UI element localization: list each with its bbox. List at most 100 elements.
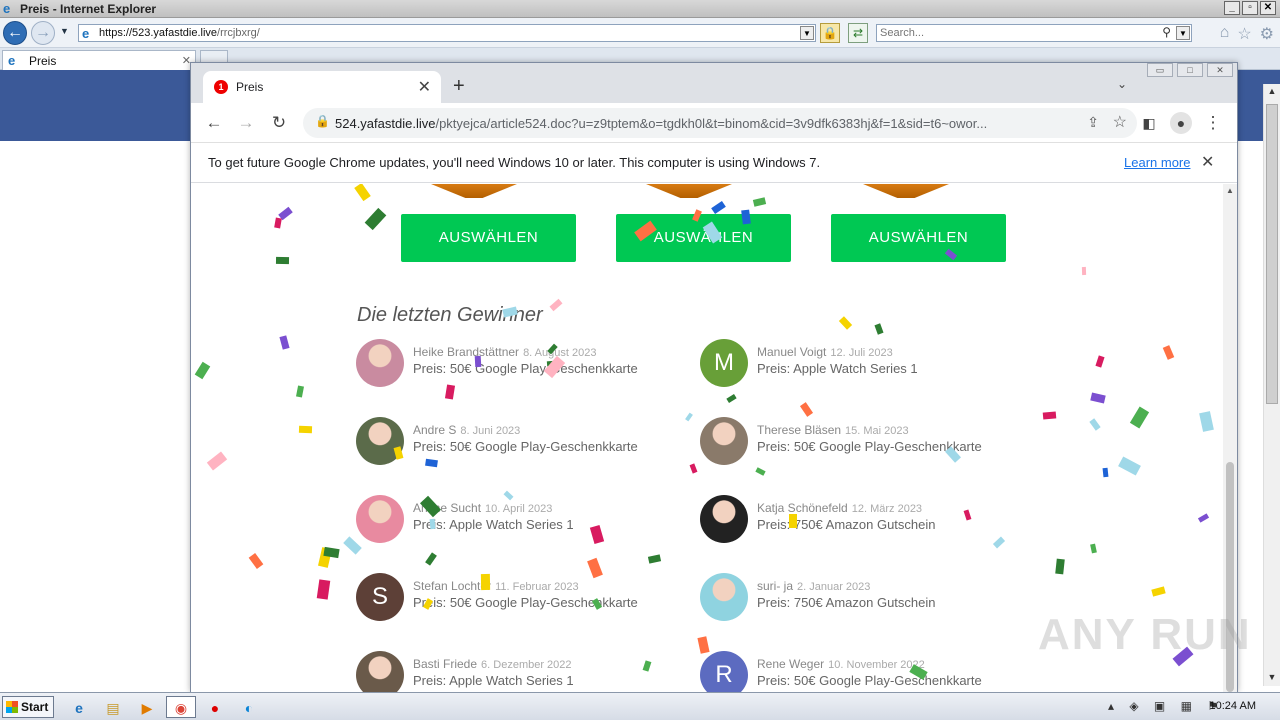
ie-logo-icon: e <box>3 1 11 16</box>
edge-taskbar-icon[interactable]: ◐ <box>234 696 264 718</box>
avatar <box>356 651 404 692</box>
explorer-folder-icon[interactable]: ▤ <box>98 696 128 718</box>
ie-tab[interactable]: e Preis ✕ <box>2 50 196 70</box>
start-button[interactable]: Start <box>2 696 54 718</box>
history-dropdown-icon[interactable]: ▼ <box>60 26 69 36</box>
select-button[interactable]: AUSWÄHLEN <box>831 214 1006 262</box>
chrome-window-controls: ▭ □ ✕ <box>1147 63 1233 77</box>
tray-icons[interactable]: ▴ ◈ ▣ ▦ ⚑ <box>1108 699 1224 713</box>
confetti-piece <box>1118 456 1141 476</box>
confetti-piece <box>274 217 282 229</box>
close-button[interactable]: ✕ <box>1260 1 1276 15</box>
chrome-close-button[interactable]: ✕ <box>1207 63 1233 77</box>
scroll-up-icon[interactable]: ▲ <box>1266 86 1278 98</box>
winner-prize: Preis: Apple Watch Series 1 <box>413 517 574 532</box>
chrome-menu-icon[interactable]: ⋮ <box>1202 112 1224 134</box>
tray-clock: 10:24 AM <box>1209 700 1256 712</box>
confetti-piece <box>549 298 563 312</box>
lock-icon[interactable]: 🔒 <box>820 23 840 43</box>
gear-icon[interactable]: ⚙ <box>1260 24 1274 44</box>
winner-name-line: Andre S 8. Juni 2023 <box>413 423 520 437</box>
chrome-maximize-button[interactable]: □ <box>1177 63 1203 77</box>
search-dropdown-icon[interactable]: ▼ <box>1176 26 1190 40</box>
search-icon[interactable]: ⚲ <box>1162 25 1171 39</box>
chrome-back-icon[interactable]: ← <box>203 112 225 134</box>
chrome-forward-icon[interactable]: → <box>235 112 257 134</box>
confetti-piece <box>711 200 726 215</box>
search-input[interactable] <box>880 26 1150 40</box>
opera-taskbar-icon[interactable]: ● <box>200 696 230 718</box>
chrome-taskbar-icon[interactable]: ◉ <box>166 696 196 718</box>
confetti-piece <box>1090 543 1097 554</box>
omnibox[interactable]: 🔒 524.yafastdie.live/pktyejca/article524… <box>303 108 1137 138</box>
chrome-tab-close-icon[interactable]: ✕ <box>418 77 431 97</box>
select-button[interactable]: AUSWÄHLEN <box>401 214 576 262</box>
confetti-piece <box>874 323 884 335</box>
winner-prize: Preis: 50€ Google Play-Geschenkkarte <box>413 361 638 376</box>
chrome-tab-label: Preis <box>236 80 264 94</box>
chrome-minimize-button[interactable]: ▭ <box>1147 63 1173 77</box>
ie-taskbar-icon[interactable]: e <box>64 696 94 718</box>
winner-name: Heike Brandstättner <box>413 345 520 359</box>
infobar-close-icon[interactable]: ✕ <box>1201 152 1214 172</box>
gift-box-image <box>431 184 517 198</box>
address-dropdown-icon[interactable]: ▼ <box>800 26 814 40</box>
learn-more-link[interactable]: Learn more <box>1124 155 1190 170</box>
scroll-down-icon[interactable]: ▼ <box>1266 672 1278 684</box>
profile-avatar-icon[interactable]: ● <box>1170 112 1192 134</box>
avatar <box>356 495 404 543</box>
compat-refresh-icon[interactable]: ⇄ <box>848 23 868 43</box>
confetti-piece <box>1197 513 1210 523</box>
winner-item: Anime Sucht 10. April 2023 Preis: Apple Wa… <box>356 495 676 551</box>
omnibox-lock-icon[interactable]: 🔒 <box>315 114 330 128</box>
update-infobar: To get future Google Chrome updates, you… <box>191 143 1237 183</box>
winner-date: 8. Juni 2023 <box>460 425 521 437</box>
side-panel-icon[interactable]: ◧ <box>1138 112 1160 134</box>
address-bar[interactable]: e https://523.yafastdie.live/rrcjbxrg/ ▼ <box>78 24 816 42</box>
winner-date: 6. Dezember 2022 <box>481 659 572 671</box>
confetti-piece <box>1102 467 1109 478</box>
winner-date: 2. Januar 2023 <box>797 581 871 593</box>
window-title: Preis - Internet Explorer <box>20 2 157 16</box>
ie-scrollbar[interactable]: ▲ ▼ <box>1263 84 1280 686</box>
winner-prize: Preis: 50€ Google Play-Geschenkkarte <box>413 595 638 610</box>
confetti-piece <box>1199 411 1214 432</box>
avatar: S <box>356 573 404 621</box>
omnibox-url: 524.yafastdie.live/pktyejca/article524.d… <box>335 116 988 131</box>
minimize-button[interactable]: _ <box>1224 1 1240 15</box>
confetti-piece <box>1089 418 1101 431</box>
winner-name: Basti Friede <box>413 657 478 671</box>
tab-search-chevron-icon[interactable]: ⌄ <box>1117 77 1127 91</box>
restore-button[interactable]: ▫ <box>1242 1 1258 15</box>
confetti-piece <box>689 463 698 474</box>
chrome-tab[interactable]: 1 Preis ✕ <box>203 71 441 103</box>
chrome-scroll-up-icon[interactable]: ▲ <box>1226 186 1234 195</box>
winner-prize: Preis: 50€ Google Play-Geschenkkarte <box>757 673 982 688</box>
back-button[interactable]: ← <box>3 21 27 45</box>
avatar: M <box>700 339 748 387</box>
chrome-reload-icon[interactable]: ↻ <box>268 112 290 134</box>
windows-flag-icon <box>6 701 18 713</box>
search-box[interactable]: ⚲ ▼ <box>876 24 1192 42</box>
media-player-icon[interactable]: ▶ <box>132 696 162 718</box>
avatar <box>700 417 748 465</box>
avatar <box>700 573 748 621</box>
new-tab-plus-icon[interactable]: + <box>453 75 465 98</box>
share-icon[interactable]: ⇪ <box>1087 114 1099 131</box>
confetti-piece <box>296 385 304 398</box>
winner-item: S Stefan Lochter 11. Februar 2023 Preis: 50… <box>356 573 676 629</box>
winner-date: 12. März 2023 <box>851 503 923 515</box>
chrome-toolbar: ← → ↻ 🔒 524.yafastdie.live/pktyejca/arti… <box>191 103 1237 143</box>
winner-name: Therese Bläsen <box>757 423 842 437</box>
bookmark-star-icon[interactable]: ☆ <box>1113 112 1127 132</box>
winner-item: R Rene Weger 10. November 2022 Preis: 50€ G… <box>700 651 1020 692</box>
forward-button[interactable]: → <box>31 21 55 45</box>
scrollbar-thumb[interactable] <box>1266 104 1278 404</box>
confetti-piece <box>838 316 853 330</box>
taskbar: Start e ▤ ▶ ◉ ● ◐ ▴ ◈ ▣ ▦ ⚑ 10:24 AM <box>0 692 1280 720</box>
avatar <box>356 339 404 387</box>
home-icon[interactable]: ⌂ <box>1220 24 1230 44</box>
confetti-piece <box>697 636 710 654</box>
favorites-star-icon[interactable]: ☆ <box>1237 24 1251 44</box>
gift-box-image <box>863 184 949 198</box>
